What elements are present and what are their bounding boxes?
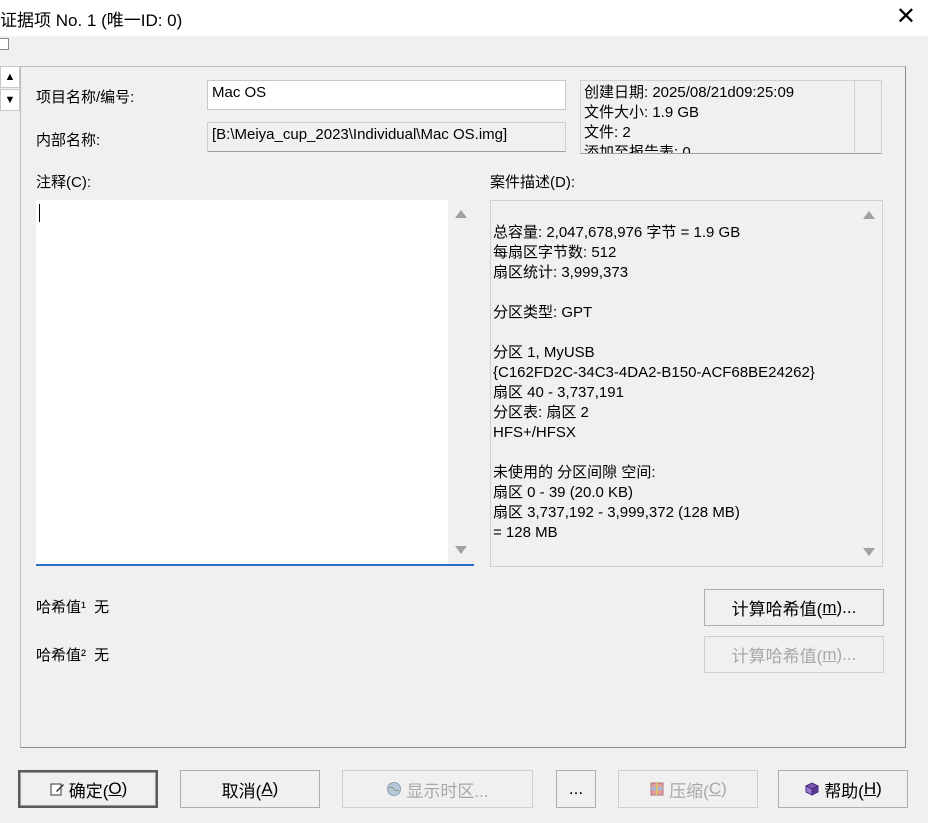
compute-hash-label-end: )... (836, 597, 857, 617)
compress-label-end: ) (721, 779, 727, 798)
compute-hash-label: 计算哈希值( (731, 600, 823, 619)
ok-label-end: ) (121, 779, 128, 798)
help-label: 帮助( (824, 781, 864, 801)
scroll-down-arrow-icon[interactable] (863, 548, 875, 556)
compute-hash-button[interactable]: 计算哈希值(m)... (704, 589, 884, 626)
project-name-label: 项目名称/编号: (36, 89, 135, 106)
scroll-up-button[interactable]: ▲ (0, 66, 20, 88)
title-bar: 证据项 No. 1 (唯一ID: 0) ✕ (0, 0, 928, 36)
info-created-date: 创建日期: 2025/08/21d09:25:09 (584, 84, 795, 101)
case-description-label: 案件描述(D): (490, 174, 575, 191)
hash1-value: 无 (94, 599, 110, 616)
hash2-value: 无 (94, 647, 110, 664)
text-caret (39, 204, 40, 222)
window-frame-handle (0, 38, 9, 50)
show-timezone-label: 显示时区... (406, 781, 489, 801)
info-report-count: 添加至报告表: 0 (584, 144, 691, 154)
compress-label: 压缩( (669, 781, 709, 801)
hash2-label: 哈希值² (36, 647, 86, 664)
more-options-label: ... (568, 779, 584, 798)
evidence-info-box: 创建日期: 2025/08/21d09:25:09 文件大小: 1.9 GB 文… (580, 80, 882, 154)
show-timezone-button[interactable]: 显示时区... (342, 770, 533, 808)
scroll-up-arrow-icon[interactable] (863, 211, 875, 219)
compute-hash-accesskey: m (822, 597, 837, 617)
case-description-text: 总容量: 2,047,678,976 字节 = 1.9 GB 每扇区字节数: 5… (493, 224, 815, 541)
info-scrollbar[interactable] (854, 81, 881, 153)
scroll-up-arrow-icon[interactable] (455, 210, 467, 218)
hash2-row: 哈希值² 无 (36, 644, 109, 665)
comment-textarea[interactable] (36, 200, 474, 566)
compute-hash2-label: 计算哈希值( (731, 647, 823, 666)
globe-icon (387, 782, 402, 796)
cancel-label-end: ) (272, 779, 279, 798)
description-scrollbar[interactable] (856, 201, 882, 566)
compress-button[interactable]: 压缩(C) (618, 770, 758, 808)
project-name-input[interactable]: Mac OS (207, 80, 566, 110)
cancel-accesskey: A (261, 779, 273, 798)
window-title: 证据项 No. 1 (唯一ID: 0) (0, 11, 183, 30)
cancel-label: 取消( (221, 781, 262, 801)
archive-icon (650, 782, 664, 796)
help-book-icon (805, 782, 820, 796)
close-icon[interactable]: ✕ (896, 2, 916, 32)
info-file-count: 文件: 2 (584, 124, 631, 141)
ok-accesskey: O (108, 779, 122, 798)
hash1-label: 哈希值¹ (36, 599, 86, 616)
help-label-end: ) (876, 779, 882, 798)
compute-hash2-accesskey: m (822, 644, 837, 664)
ok-label: 确定( (68, 781, 109, 801)
hash1-row: 哈希值¹ 无 (36, 596, 109, 617)
info-file-size: 文件大小: 1.9 GB (584, 104, 700, 121)
ok-button[interactable]: 确定(O) (18, 770, 158, 808)
help-button[interactable]: 帮助(H) (778, 770, 908, 808)
internal-name-field: [B:\Meiya_cup_2023\Individual\Mac OS.img… (207, 122, 566, 152)
edit-icon (50, 783, 64, 796)
more-options-button[interactable]: ... (556, 770, 596, 808)
cancel-button[interactable]: 取消(A) (180, 770, 320, 808)
compute-hash2-label-end: )... (836, 644, 857, 664)
scroll-down-button[interactable]: ▼ (0, 89, 20, 111)
comment-label: 注释(C): (36, 174, 91, 191)
compute-hash2-button[interactable]: 计算哈希值(m)... (704, 636, 884, 673)
help-accesskey: H (863, 779, 877, 798)
internal-name-label: 内部名称: (36, 132, 101, 149)
compress-accesskey: C (708, 779, 722, 798)
comment-scrollbar[interactable] (448, 200, 474, 564)
case-description-box[interactable]: 总容量: 2,047,678,976 字节 = 1.9 GB 每扇区字节数: 5… (490, 200, 883, 567)
scroll-down-arrow-icon[interactable] (455, 546, 467, 554)
